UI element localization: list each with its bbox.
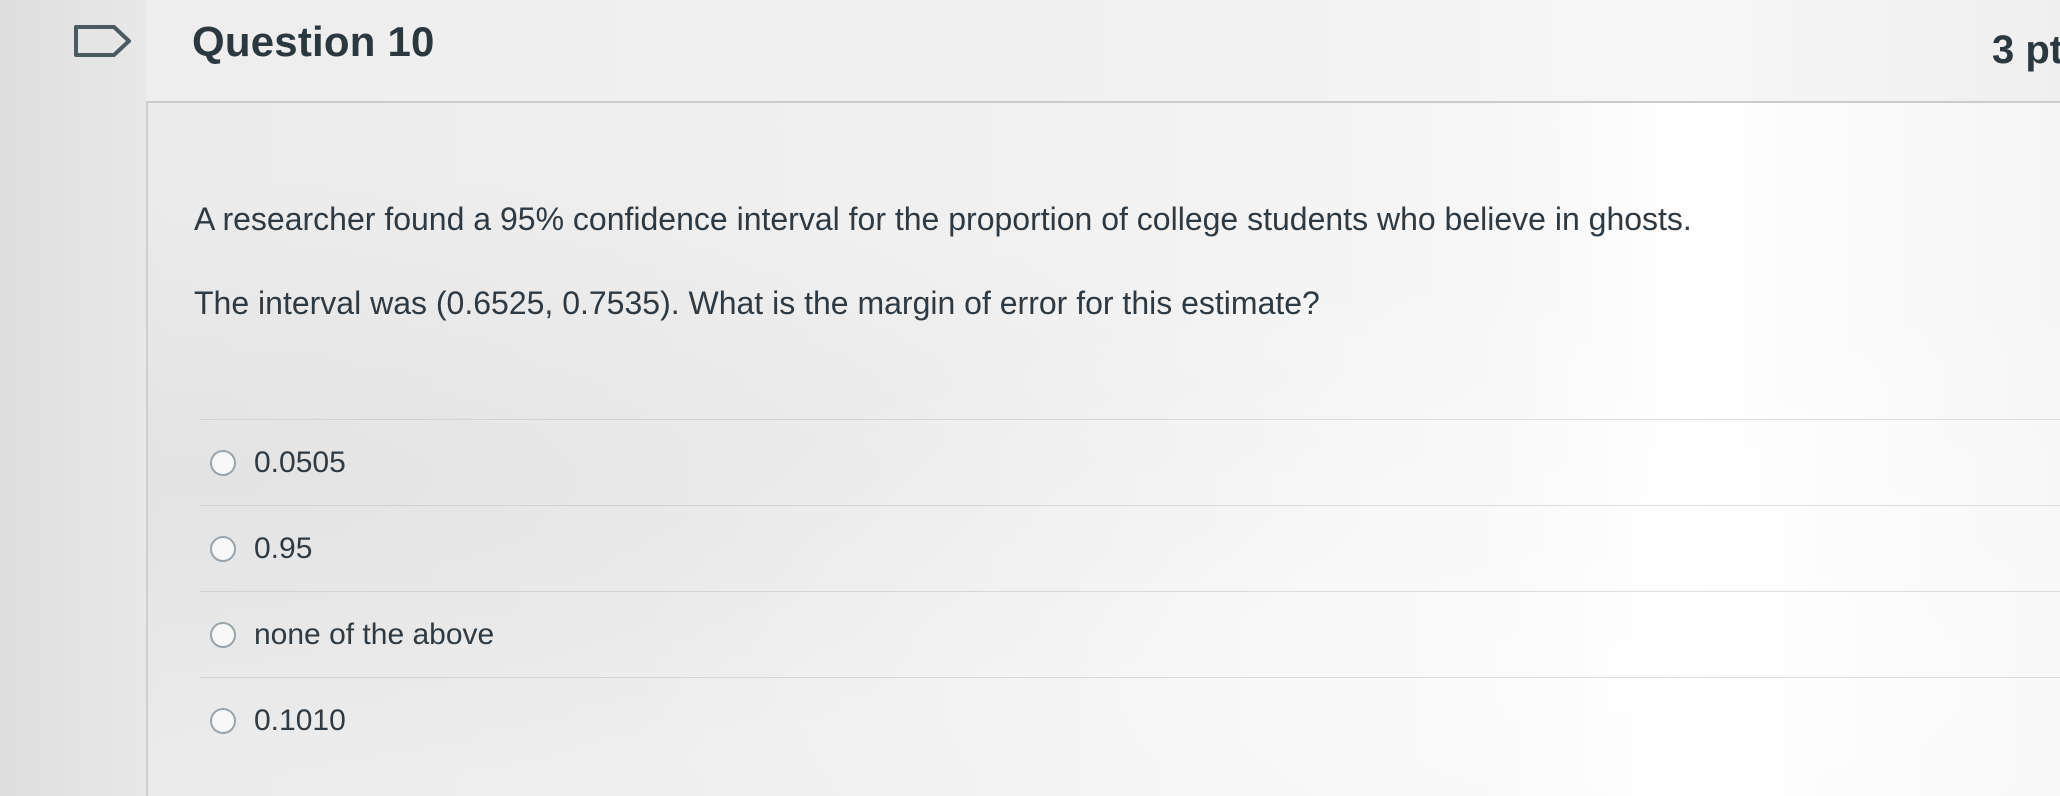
answer-label: 0.95 <box>254 532 313 565</box>
question-sidebar <box>0 0 148 796</box>
quiz-screen: Question 10 3 pt A researcher found a 95… <box>0 0 2060 796</box>
radio-button-icon[interactable] <box>210 450 236 476</box>
answer-option-0-1010[interactable]: 0.1010 <box>200 677 2060 764</box>
answer-label: 0.1010 <box>254 704 346 737</box>
question-text-line-1: A researcher found a 95% confidence inte… <box>194 201 1692 237</box>
radio-button-icon[interactable] <box>210 708 236 734</box>
question-points: 3 pt <box>1992 28 2060 72</box>
answer-label: none of the above <box>254 618 495 651</box>
question-title: Question 10 <box>192 18 435 65</box>
question-text-line-2: The interval was (0.6525, 0.7535). What … <box>194 285 1320 321</box>
question-header: Question 10 3 pt <box>146 0 2060 103</box>
answer-option-0-0505[interactable]: 0.0505 <box>200 419 2060 506</box>
answer-option-0-95[interactable]: 0.95 <box>200 505 2060 592</box>
radio-button-icon[interactable] <box>210 622 236 648</box>
answer-option-none-of-the-above[interactable]: none of the above <box>200 591 2060 678</box>
answer-label: 0.0505 <box>254 446 346 479</box>
flag-question-icon[interactable] <box>74 24 132 58</box>
radio-button-icon[interactable] <box>210 536 236 562</box>
question-body: A researcher found a 95% confidence inte… <box>146 103 2060 796</box>
